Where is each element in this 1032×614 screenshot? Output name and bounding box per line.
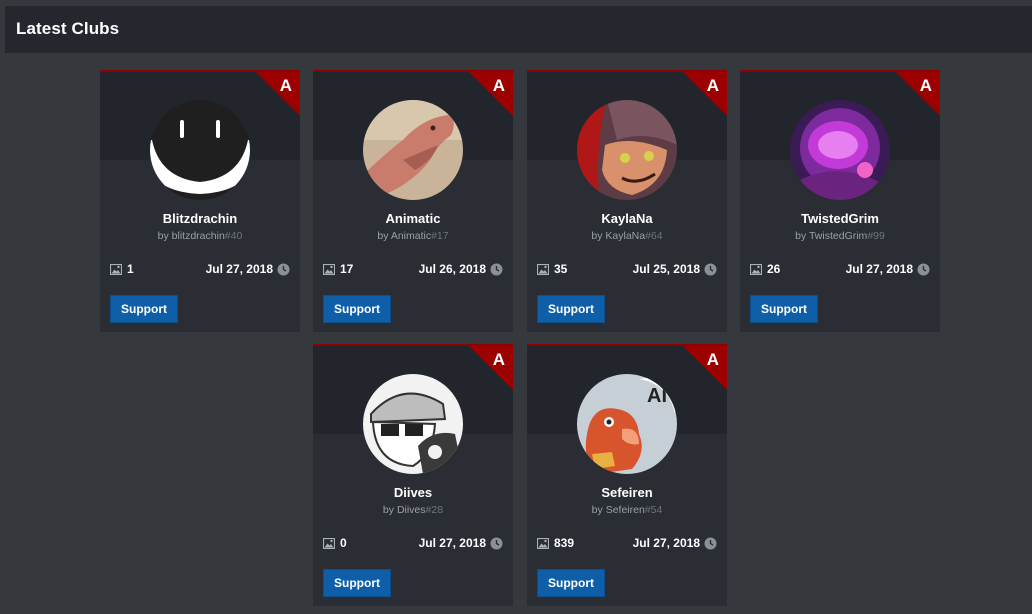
support-button[interactable]: Support [323,295,391,323]
clock-icon [917,263,930,275]
club-stats: 0 Jul 27, 2018 [323,536,503,552]
rating-corner [256,72,300,116]
club-card[interactable]: A Blitzdrachin by blitzdrachin#40 1 Jul … [100,70,300,332]
clock-icon [490,263,503,275]
avatar-image [577,100,677,200]
clock-icon [704,537,717,549]
rating-badge: A [706,76,719,95]
clock-icon [490,537,503,549]
club-stats: 26 Jul 27, 2018 [750,262,930,278]
rating-badge: A [492,76,505,95]
club-date: Jul 27, 2018 [845,262,913,276]
club-date: Jul 27, 2018 [632,536,700,550]
club-name[interactable]: Animatic [313,211,513,226]
clock-icon [704,263,717,275]
by-prefix: by [591,230,603,242]
club-date: Jul 25, 2018 [632,262,700,276]
by-prefix: by [591,504,603,516]
rating-badge: A [279,76,292,95]
avatar-image [363,100,463,200]
rating-corner [469,72,513,116]
by-prefix: by [377,230,389,242]
club-avatar[interactable] [577,100,677,200]
support-button[interactable]: Support [323,569,391,597]
club-owner[interactable]: by Diives#28 [313,504,513,516]
support-button[interactable]: Support [110,295,178,323]
by-prefix: by [157,230,169,242]
image-icon [750,263,762,275]
rating-corner [683,72,727,116]
rating-badge: A [706,350,719,369]
club-card[interactable]: A TwistedGrim by TwistedGrim#99 26 Jul 2… [740,70,940,332]
section-title: Latest Clubs [16,19,120,38]
club-date: Jul 27, 2018 [205,262,273,276]
club-owner[interactable]: by Animatic#17 [313,230,513,242]
by-prefix: by [795,230,807,242]
avatar-image [363,374,463,474]
club-avatar[interactable]: AI [577,374,677,474]
support-button[interactable]: Support [750,295,818,323]
club-owner[interactable]: by blitzdrachin#40 [100,230,300,242]
club-date: Jul 27, 2018 [418,536,486,550]
owner-name: Diives [396,504,426,516]
image-icon [323,263,335,275]
image-count: 17 [340,262,354,276]
rating-corner [896,72,940,116]
owner-tag: #28 [425,504,444,516]
image-count: 1 [127,262,134,276]
rating-badge: A [919,76,932,95]
owner-tag: #17 [431,230,449,242]
club-stats: 35 Jul 25, 2018 [537,262,717,278]
club-avatar[interactable] [790,100,890,200]
image-icon [323,537,335,549]
club-avatar[interactable] [363,374,463,474]
owner-tag: #54 [644,504,663,516]
image-count: 839 [554,536,575,550]
club-owner[interactable]: by Sefeiren#54 [527,504,727,516]
image-icon [110,263,122,275]
avatar-image: AI [577,374,677,474]
club-name[interactable]: Blitzdrachin [100,211,300,226]
club-card[interactable]: A Diives by Diives#28 0 Jul 27, 2018 Sup… [313,344,513,606]
club-stats: 17 Jul 26, 2018 [323,262,503,278]
page: Latest Clubs A Blitzdrachin by blitzdrac… [0,0,1032,614]
image-count: 26 [767,262,781,276]
club-stats: 1 Jul 27, 2018 [110,262,290,278]
support-button[interactable]: Support [537,569,605,597]
club-card[interactable]: A KaylaNa by KaylaNa#64 35 Jul 25, 2018 [527,70,727,332]
image-icon [537,263,549,275]
club-name[interactable]: Sefeiren [527,485,727,500]
club-name[interactable]: TwistedGrim [740,211,940,226]
avatar-image [150,100,250,200]
club-date: Jul 26, 2018 [418,262,486,276]
avatar-image [790,100,890,200]
rating-corner [683,346,727,390]
club-card[interactable]: A AI Sefeiren by Sefeiren#54 839 Jul 27,… [527,344,727,606]
clock-icon [277,263,290,275]
image-icon [537,537,549,549]
image-count: 35 [554,262,568,276]
club-owner[interactable]: by KaylaNa#64 [527,230,727,242]
owner-name: blitzdrachin [171,230,225,242]
club-name[interactable]: KaylaNa [527,211,727,226]
owner-name: Animatic [390,230,432,242]
support-button[interactable]: Support [537,295,605,323]
section-header: Latest Clubs [5,6,1032,53]
club-card[interactable]: A Animatic by Animatic#17 17 Jul 26, 201… [313,70,513,332]
club-owner[interactable]: by TwistedGrim#99 [740,230,940,242]
rating-badge: A [492,350,505,369]
club-name[interactable]: Diives [313,485,513,500]
owner-tag: #99 [867,230,885,242]
by-prefix: by [382,504,395,516]
owner-name: TwistedGrim [808,230,868,242]
club-avatar[interactable] [150,100,250,200]
owner-tag: #64 [645,230,663,242]
image-count: 0 [340,536,347,550]
owner-tag: #40 [224,230,243,242]
owner-name: KaylaNa [605,230,646,242]
owner-name: Sefeiren [605,504,645,516]
club-avatar[interactable] [363,100,463,200]
club-stats: 839 Jul 27, 2018 [537,536,717,552]
rating-corner [469,346,513,390]
